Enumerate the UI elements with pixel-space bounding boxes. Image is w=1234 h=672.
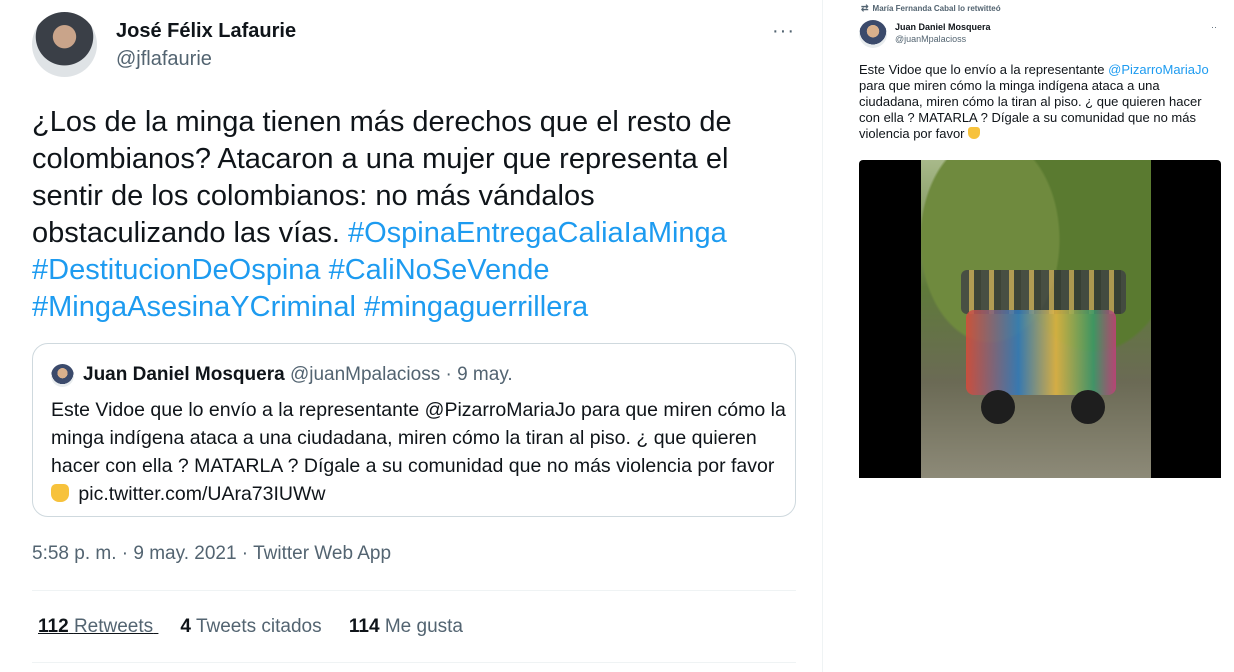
embedded-author-name: Juan Daniel Mosquera [895, 22, 991, 32]
quoted-media-link[interactable]: pic.twitter.com/UAra73IUWw [78, 483, 325, 505]
hashtag-link[interactable]: #mingaguerrillera [364, 291, 588, 323]
quoted-text: Este Vidoe que lo envío a la representan… [51, 396, 791, 508]
chiva-bus [966, 310, 1116, 395]
bus-roof-crowd [961, 270, 1126, 314]
tweet-timestamp[interactable]: 5:58 p. m. · 9 may. 2021 · Twitter Web A… [32, 543, 391, 565]
quoted-author-name: Juan Daniel Mosquera [83, 364, 285, 385]
embedded-mention: @PizarroMariaJo [1108, 62, 1209, 77]
likes-label: Me gusta [384, 616, 463, 637]
retweets-label: Retweets [73, 616, 154, 637]
hashtag-link[interactable]: #CaliNoSeVende [329, 254, 550, 286]
embedded-text-after: para que miren cómo la minga indígena at… [859, 78, 1202, 141]
engagement-stats: 112 Retweets 4 Tweets citados 114 Me gus… [38, 616, 485, 638]
quotes-count: 4 [180, 616, 191, 637]
author-handle[interactable]: @jflafaurie [116, 48, 212, 71]
panel-divider [822, 0, 823, 672]
more-options-icon[interactable]: ··· [772, 20, 795, 43]
quotes-label: Tweets citados [195, 616, 322, 637]
retweet-indicator: ⇄ María Fernanda Cabal lo retwitteó [861, 3, 1001, 14]
likes-count: 114 [348, 616, 380, 637]
likes-stat[interactable]: 114 Me gusta [349, 616, 463, 637]
embedded-screenshot: ⇄ María Fernanda Cabal lo retwitteó Juan … [855, 0, 1234, 672]
quoted-header: Juan Daniel Mosquera @juanMpalacioss · 9… [83, 364, 513, 386]
folded-hands-icon [968, 127, 981, 139]
divider [32, 662, 796, 663]
quoted-avatar [51, 364, 74, 387]
divider [32, 590, 796, 591]
folded-hands-icon [51, 484, 69, 502]
quoted-author-handle: @juanMpalacioss [289, 364, 441, 385]
embedded-author-handle: @juanMpalacioss [895, 34, 967, 44]
embedded-more-icon: ·· [1211, 22, 1217, 32]
hashtag-link[interactable]: #OspinaEntregaCaliaIaMinga [348, 217, 727, 249]
retweets-stat[interactable]: 112 Retweets [38, 616, 158, 637]
retweet-indicator-text: María Fernanda Cabal lo retwitteó [872, 4, 1001, 13]
quoted-body: Este Vidoe que lo envío a la representan… [51, 399, 786, 477]
hashtag-link[interactable]: #MingaAsesinaYCriminal [32, 291, 356, 323]
hashtag-link[interactable]: #DestitucionDeOspina [32, 254, 321, 286]
video-thumbnail [859, 160, 1221, 478]
retweet-icon: ⇄ [861, 3, 869, 13]
retweets-count: 112 [38, 616, 69, 637]
bus-wheel [1071, 390, 1105, 424]
quotes-stat[interactable]: 4 Tweets citados [180, 616, 326, 637]
embedded-avatar [859, 20, 887, 48]
tweet-text: ¿Los de la minga tienen más derechos que… [32, 104, 792, 326]
embedded-text: Este Vidoe que lo envío a la representan… [859, 62, 1221, 142]
embedded-text-before: Este Vidoe que lo envío a la representan… [859, 62, 1105, 77]
tweet-detail: José Félix Lafaurie @jflafaurie ··· ¿Los… [0, 0, 822, 672]
video-frame [921, 160, 1151, 478]
bus-wheel [981, 390, 1015, 424]
avatar[interactable] [32, 12, 97, 77]
quoted-date: · 9 may. [445, 364, 513, 385]
quoted-tweet-card[interactable]: Juan Daniel Mosquera @juanMpalacioss · 9… [32, 343, 796, 517]
author-name[interactable]: José Félix Lafaurie [116, 20, 296, 43]
